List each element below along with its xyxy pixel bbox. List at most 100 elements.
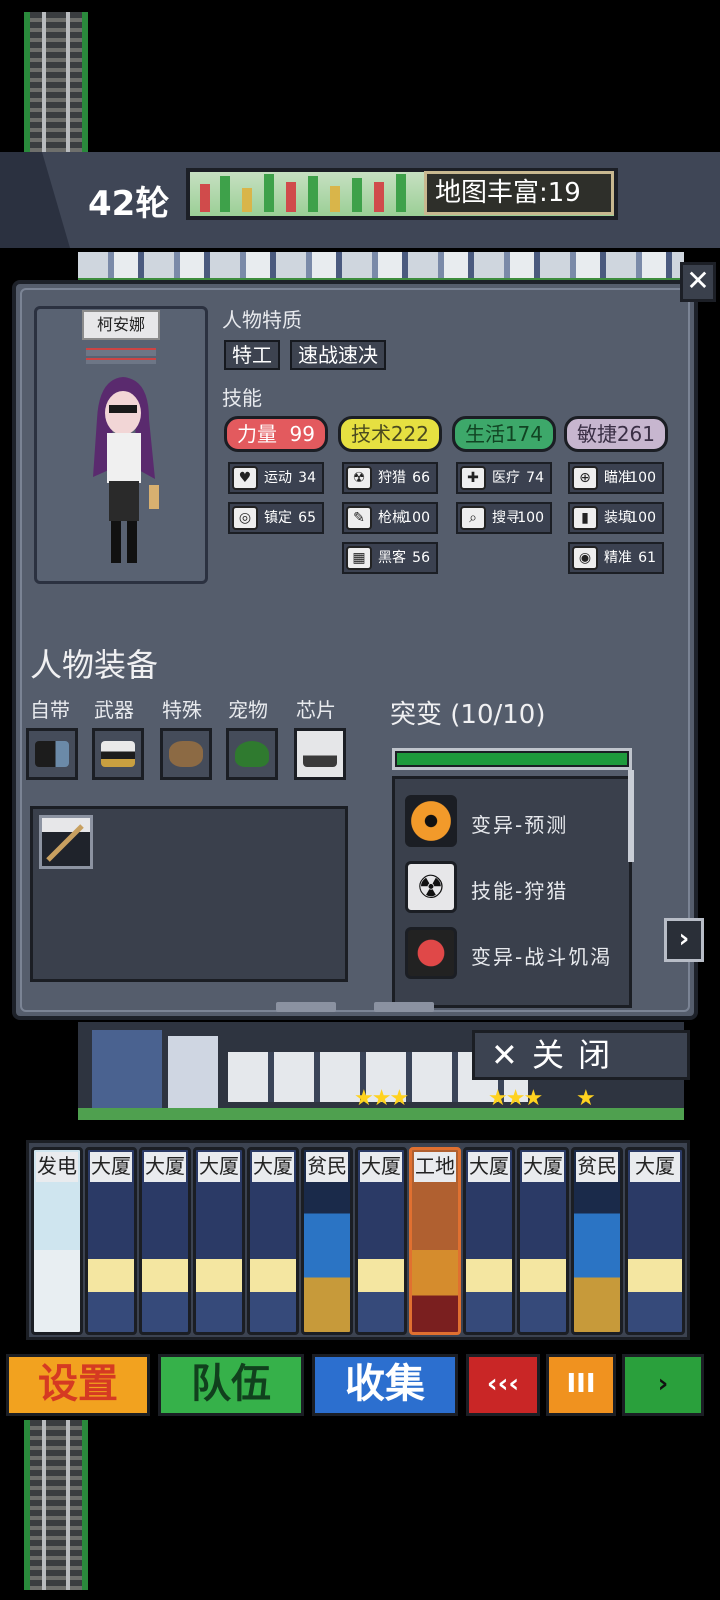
health-bar [86,348,156,356]
railway-track-top [24,12,88,152]
skill-value: 61 [638,550,656,566]
crosshair-icon: ⊕ [572,466,598,490]
card-label: 发电 [36,1152,78,1182]
mask-icon: ◎ [232,506,258,530]
sack-icon [169,741,203,767]
skill-precision[interactable]: ◉ 精准 61 [568,542,664,574]
building-card[interactable]: 大厦 [247,1147,299,1335]
close-button[interactable]: ✕ 关 闭 [472,1030,690,1080]
mutation-progress-fill [397,753,627,765]
attribute-agility[interactable]: 敏捷 261 [564,416,668,452]
building-card[interactable]: 大厦 [139,1147,191,1335]
medkit-icon: ✚ [460,466,486,490]
attribute-value: 222 [390,422,429,446]
skill-value: 56 [412,550,430,566]
page-indicator-2[interactable] [374,1002,434,1012]
skill-value: 100 [517,510,544,526]
skill-reload[interactable]: ▮ 装填 100 [568,502,664,534]
attribute-value: 261 [616,422,655,446]
skill-value: 100 [629,510,656,526]
skill-aim[interactable]: ⊕ 瞄准 100 [568,462,664,494]
slot-label-builtin: 自带 [30,698,70,722]
attribute-tech[interactable]: 技术 222 [338,416,442,452]
inventory-item-bat[interactable] [39,815,93,869]
close-icon: ✕ [491,1036,532,1074]
building-card-row: 发电 大厦 大厦 大厦 大厦 贫民 大厦 工地 大厦 大厦 贫民 大厦 [26,1140,690,1340]
fist-icon [405,927,457,979]
attribute-name: 敏捷 [577,422,617,446]
building-card[interactable]: 大厦 [193,1147,245,1335]
mutation-item[interactable]: 变异-战斗饥渴 [401,927,629,983]
settings-button[interactable]: 设置 [6,1354,150,1416]
mutation-list[interactable]: 变异-预测 ☢ 技能-狩猎 变异-战斗饥渴 [392,776,632,1008]
building-card[interactable]: 大厦 [355,1147,407,1335]
skill-firearms[interactable]: ✎ 枪械 100 [342,502,438,534]
skill-sport[interactable]: ♥ 运动 34 [228,462,324,494]
building-card[interactable]: 大厦 [517,1147,569,1335]
inventory-area [30,806,348,982]
skill-calm[interactable]: ◎ 镇定 65 [228,502,324,534]
building-card[interactable]: 大厦 [625,1147,685,1335]
pet-icon [235,741,269,767]
skill-name: 运动 [264,470,292,486]
slot-pet[interactable] [226,728,278,780]
trait-quick-battle[interactable]: 速战速决 [290,340,386,370]
page-indicator-1[interactable] [276,1002,336,1012]
skill-value: 74 [526,470,544,486]
card-label: 大厦 [522,1152,564,1182]
chevron-right-icon[interactable]: › [664,918,704,962]
building-card[interactable]: 工地 [409,1147,461,1335]
star-rating-2: ★★★ [488,1086,543,1111]
skill-hunting[interactable]: ☢ 狩猎 66 [342,462,438,494]
hacker-icon: ▦ [346,546,372,570]
next-button[interactable]: › [622,1354,704,1416]
mutation-item[interactable]: 变异-预测 [401,795,629,851]
slot-label-weapon: 武器 [94,698,134,722]
card-label: 大厦 [360,1152,402,1182]
mutation-item[interactable]: ☢ 技能-狩猎 [401,861,629,917]
slot-chip[interactable] [294,728,346,780]
attribute-value: 174 [504,422,543,446]
close-icon[interactable]: ✕ [680,262,716,302]
slot-special[interactable] [160,728,212,780]
mutation-scrollbar[interactable] [628,770,634,862]
rewind-button[interactable]: ‹‹‹ [466,1354,540,1416]
card-label: 贫民 [576,1152,618,1182]
pause-button[interactable]: III [546,1354,616,1416]
skill-medical[interactable]: ✚ 医疗 74 [456,462,552,494]
team-button[interactable]: 队伍 [158,1354,304,1416]
magnifier-icon: ⌕ [460,506,486,530]
star-rating-3: ★ [576,1086,596,1111]
building-card[interactable]: 贫民 [301,1147,353,1335]
building-card[interactable]: 贫民 [571,1147,623,1335]
slot-builtin[interactable] [26,728,78,780]
attribute-strength[interactable]: 力量 99 [224,416,328,452]
attribute-name: 技术 [351,422,391,446]
building-card[interactable]: 大厦 [85,1147,137,1335]
slot-label-chip: 芯片 [296,698,336,722]
skill-hacker[interactable]: ▦ 黑客 56 [342,542,438,574]
collect-button[interactable]: 收集 [312,1354,458,1416]
star-rating-1: ★★★ [354,1086,409,1111]
eye-icon: ◉ [572,546,598,570]
map-richness-label: 地图丰富:19 [424,171,614,215]
slot-weapon[interactable] [92,728,144,780]
skill-search[interactable]: ⌕ 搜寻 100 [456,502,552,534]
skill-value: 100 [629,470,656,486]
attribute-life[interactable]: 生活 174 [452,416,556,452]
card-label: 大厦 [198,1152,240,1182]
trait-agent[interactable]: 特工 [224,340,280,370]
equipment-title: 人物装备 [30,646,159,684]
card-label: 工地 [414,1152,456,1182]
skill-name: 医疗 [492,470,520,486]
traits-title: 人物特质 [222,308,302,332]
building-card[interactable]: 发电 [31,1147,83,1335]
card-label: 大厦 [144,1152,186,1182]
skill-value: 65 [298,510,316,526]
card-label: 大厦 [252,1152,294,1182]
building-card[interactable]: 大厦 [463,1147,515,1335]
skill-value: 66 [412,470,430,486]
heart-icon: ♥ [232,466,258,490]
card-label: 大厦 [90,1152,132,1182]
mutation-progress-bar [392,748,632,770]
